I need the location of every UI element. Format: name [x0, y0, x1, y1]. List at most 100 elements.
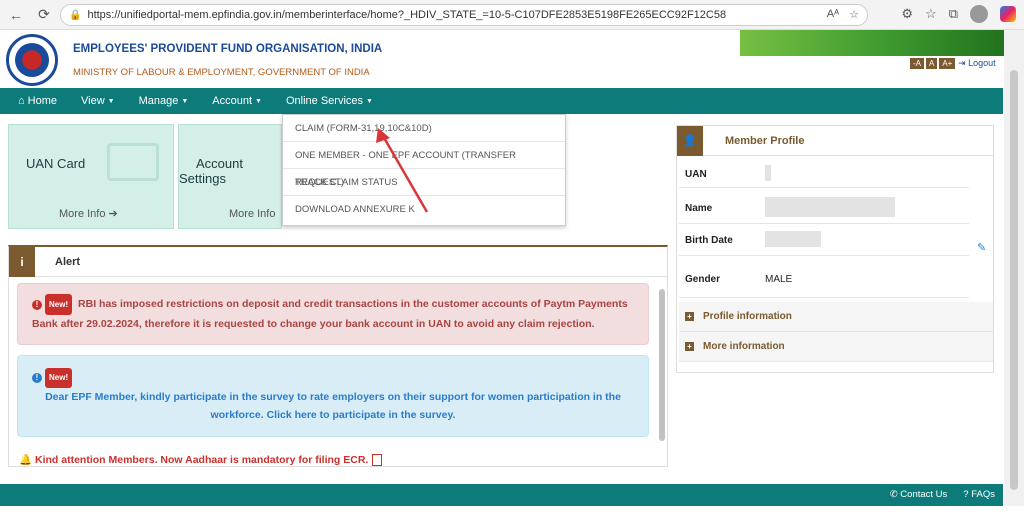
font-size-controls: -A A A+ — [910, 58, 956, 69]
name-label: Name — [685, 203, 713, 214]
uan-card-title: UAN Card — [26, 156, 86, 171]
profile-title: Member Profile — [725, 134, 805, 147]
account-settings-line1: Account — [196, 156, 243, 171]
online-services-dropdown: CLAIM (FORM-31,19,10C&10D) ONE MEMBER - … — [282, 114, 566, 226]
more-information-label: More information — [703, 341, 785, 352]
favorite-star-icon[interactable]: ☆ — [849, 8, 859, 21]
menu-item-annexure-k[interactable]: DOWNLOAD ANNEXURE K — [283, 196, 565, 223]
info-icon: i — [9, 246, 35, 277]
home-icon: ⌂ — [18, 95, 25, 107]
edit-pencil-icon[interactable]: ✎ — [977, 241, 986, 254]
favorites-icon[interactable]: ☆ — [925, 6, 937, 22]
nav-account[interactable]: Account ▼ — [212, 95, 262, 107]
uan-card-tile[interactable]: UAN Card More Info ➔ — [8, 124, 174, 229]
nav-online-services[interactable]: Online Services ▼ — [286, 95, 373, 107]
new-badge: New! — [45, 368, 73, 388]
arrow-circle-icon: ➔ — [108, 208, 118, 220]
account-settings-line2: Settings — [179, 171, 226, 186]
font-increase-button[interactable]: A+ — [939, 58, 956, 69]
plus-icon: + — [685, 312, 694, 321]
header-banner — [740, 30, 1024, 56]
nav-account-label: Account — [212, 95, 253, 107]
contact-us-link[interactable]: ✆ Contact Us — [890, 489, 948, 500]
alert-message-info[interactable]: ! New! Dear EPF Member, kindly participat… — [17, 355, 649, 437]
bell-icon: 🔔 — [19, 454, 33, 466]
nav-manage[interactable]: Manage ▼ — [139, 95, 189, 107]
nav-view-label: View — [81, 95, 105, 107]
nav-manage-label: Manage — [138, 95, 179, 107]
nav-view[interactable]: View ▼ — [81, 95, 115, 107]
nav-online-services-label: Online Services — [285, 95, 364, 107]
more-info-label: More Info — [59, 208, 106, 220]
site-header: EMPLOYEES' PROVIDENT FUND ORGANISATION, … — [0, 30, 1024, 88]
pdf-icon[interactable] — [372, 454, 383, 467]
member-profile-panel: 👤 Member Profile UAN Name Birth Date Gen… — [676, 125, 994, 373]
extensions-icon[interactable]: ⚙ — [901, 6, 913, 22]
uan-label: UAN — [685, 169, 707, 180]
alert-message-survey: Dear EPF Member, kindly participate in t… — [45, 391, 621, 421]
name-value — [765, 197, 895, 220]
nav-home[interactable]: ⌂ Home — [18, 95, 57, 107]
page-scrollbar[interactable] — [1004, 30, 1024, 506]
logout-link[interactable]: ⇥ Logout — [958, 58, 996, 69]
new-badge: New! — [45, 294, 73, 315]
back-arrow-icon[interactable]: ← — [4, 3, 28, 27]
birth-date-value — [765, 231, 821, 250]
alert-scrollbar[interactable] — [659, 281, 665, 465]
font-decrease-button[interactable]: -A — [910, 58, 924, 69]
caret-down-icon: ▼ — [107, 97, 115, 105]
faqs-link[interactable]: ? FAQs — [963, 489, 995, 500]
exclamation-icon: ! — [32, 300, 42, 310]
profile-row-uan: UAN — [679, 162, 969, 188]
collections-icon[interactable]: ⧉ — [949, 6, 958, 22]
card-icon — [107, 143, 159, 181]
account-settings-title: Account Settings — [179, 156, 243, 186]
epfo-logo — [6, 34, 58, 86]
more-information-accordion[interactable]: + More information — [679, 332, 993, 362]
caret-down-icon: ▼ — [181, 97, 189, 105]
profile-information-accordion[interactable]: + Profile information — [679, 302, 993, 332]
plus-icon: + — [685, 342, 694, 351]
birth-date-label: Birth Date — [685, 235, 733, 246]
ministry-name: MINISTRY OF LABOUR & EMPLOYMENT, GOVERNM… — [73, 67, 370, 78]
logout-label: Logout — [968, 58, 996, 68]
address-bar[interactable]: 🔒 https://unifiedportal-mem.epfindia.gov… — [60, 4, 868, 26]
account-settings-tile[interactable]: Account Settings More Info — [178, 124, 282, 229]
profile-row-birth: Birth Date — [679, 226, 969, 256]
profile-row-gender: Gender MALE — [679, 262, 969, 298]
main-nav: ⌂ Home View ▼ Manage ▼ Account ▼ Online Serv… — [0, 88, 1003, 114]
account-settings-more-info[interactable]: More Info — [229, 208, 275, 220]
exclamation-icon: ! — [32, 373, 42, 383]
org-name: EMPLOYEES' PROVIDENT FUND ORGANISATION, … — [73, 43, 383, 55]
menu-item-claim[interactable]: CLAIM (FORM-31,19,10C&10D) — [283, 115, 565, 142]
more-info-label: More Info — [229, 208, 276, 220]
alert-header: i Alert — [9, 246, 667, 277]
menu-item-transfer-request[interactable]: ONE MEMBER - ONE EPF ACCOUNT (TRANSFER R… — [283, 142, 565, 188]
nav-home-label: Home — [27, 95, 57, 107]
refresh-icon[interactable]: ⟳ — [32, 3, 56, 27]
font-normal-button[interactable]: A — [926, 58, 938, 69]
url-text: https://unifiedportal-mem.epfindia.gov.i… — [87, 9, 727, 21]
contact-us-label: Contact Us — [900, 489, 948, 500]
faqs-label: FAQs — [971, 489, 995, 500]
caret-down-icon: ▼ — [255, 97, 262, 105]
profile-information-label: Profile information — [703, 311, 792, 322]
site-footer: ✆ Contact Us ? FAQs — [0, 484, 1003, 506]
alert-message-danger: ! New! RBI has imposed restrictions on de… — [17, 283, 649, 345]
profile-row-name: Name — [679, 194, 969, 224]
caret-down-icon: ▼ — [366, 97, 373, 105]
gender-value: MALE — [765, 274, 793, 285]
lock-icon[interactable]: 🔒 — [69, 10, 81, 21]
alert-message-paytm: RBI has imposed restrictions on deposit … — [32, 298, 628, 330]
gender-label: Gender — [685, 274, 721, 285]
read-aloud-icon[interactable]: Aᴬ — [827, 8, 839, 21]
menu-item-track-claim[interactable]: TRACK CLAIM STATUS — [283, 169, 565, 196]
copilot-icon[interactable] — [1000, 6, 1016, 22]
aadhaar-notice[interactable]: 🔔 Kind attention Members. Now Aadhaar is… — [19, 453, 383, 467]
phone-icon: ✆ — [889, 489, 898, 500]
profile-header: 👤 Member Profile — [677, 125, 993, 156]
profile-avatar[interactable] — [970, 5, 988, 23]
uan-card-more-info[interactable]: More Info ➔ — [59, 207, 118, 220]
user-plus-icon: 👤 — [677, 125, 703, 156]
logout-icon: ⇥ — [958, 58, 966, 68]
